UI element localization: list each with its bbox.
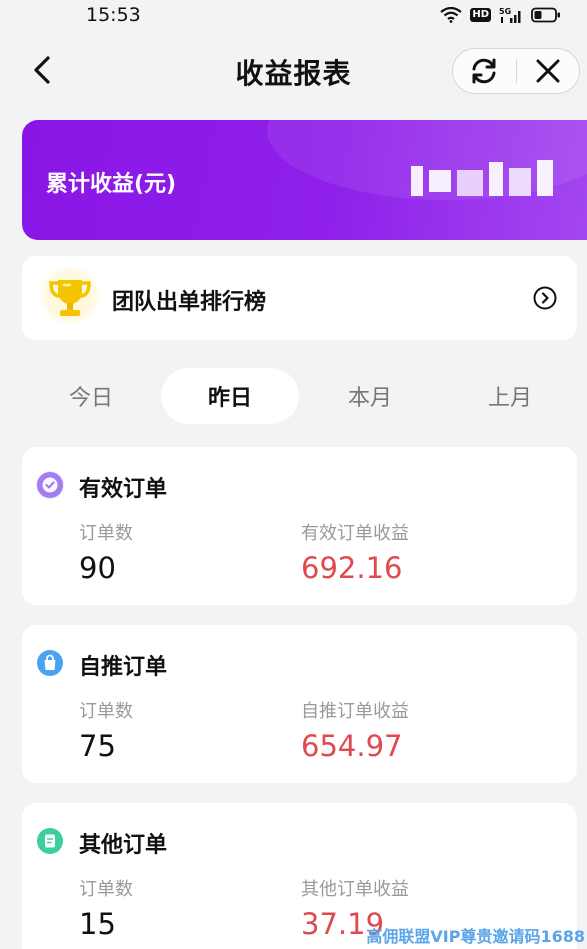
order-title: 自推订单 — [79, 655, 168, 680]
tab-today[interactable]: 今日 — [22, 368, 160, 424]
order-income-label: 其他订单收益 — [301, 879, 409, 900]
trophy-icon-wrapper — [40, 268, 100, 328]
status-bar: 15:53 HD 5G — [0, 0, 587, 32]
order-income-value: 654.97 — [301, 729, 403, 763]
order-income-label: 有效订单收益 — [301, 523, 409, 544]
order-icon-wrapper — [36, 471, 64, 499]
shopping-bag-icon — [37, 650, 63, 676]
check-badge-icon — [37, 472, 63, 498]
order-count-value: 90 — [79, 551, 116, 585]
hd-badge: HD — [470, 8, 491, 22]
order-count-label: 订单数 — [79, 701, 133, 722]
order-count-value: 15 — [79, 907, 116, 941]
refresh-button[interactable] — [453, 48, 516, 94]
order-count-value: 75 — [79, 729, 116, 763]
trophy-icon — [49, 280, 91, 316]
self-promoted-orders-card: 自推订单 订单数 75 自推订单收益 654.97 — [22, 625, 577, 783]
refresh-icon — [472, 58, 496, 84]
battery-icon — [531, 7, 560, 23]
tab-this-month[interactable]: 本月 — [301, 368, 439, 424]
chevron-right-circle-icon — [533, 286, 557, 310]
document-icon — [37, 828, 63, 854]
tab-last-month[interactable]: 上月 — [441, 368, 579, 424]
status-time: 15:53 — [86, 4, 141, 26]
order-count-label: 订单数 — [79, 879, 133, 900]
order-icon-wrapper — [36, 649, 64, 677]
mini-program-capsule — [452, 48, 580, 94]
status-icons: HD 5G — [440, 6, 561, 24]
team-ranking-card[interactable]: 团队出单排行榜 — [22, 256, 577, 340]
order-count-label: 订单数 — [79, 523, 133, 544]
order-title: 其他订单 — [79, 833, 168, 858]
close-button[interactable] — [517, 48, 580, 94]
order-title: 有效订单 — [79, 477, 168, 502]
signal-icon: 5G — [499, 7, 521, 23]
order-income-value: 692.16 — [301, 551, 403, 585]
close-icon — [536, 59, 560, 83]
team-ranking-title: 团队出单排行榜 — [112, 290, 267, 315]
nav-bar: 收益报表 — [0, 36, 587, 108]
network-label: 5G — [499, 7, 511, 16]
wifi-icon — [440, 7, 463, 23]
period-tabs: 今日 昨日 本月 上月 — [22, 368, 577, 428]
tab-yesterday[interactable]: 昨日 — [161, 368, 299, 424]
cumulative-earnings-value-obscured — [411, 160, 553, 196]
cumulative-earnings-label: 累计收益(元) — [46, 172, 177, 197]
watermark-text: 高佣联盟VIP尊贵邀请码1688 — [366, 927, 585, 946]
order-icon-wrapper — [36, 827, 64, 855]
cumulative-earnings-card: 累计收益(元) — [22, 120, 587, 240]
valid-orders-card: 有效订单 订单数 90 有效订单收益 692.16 — [22, 447, 577, 605]
order-income-label: 自推订单收益 — [301, 701, 409, 722]
